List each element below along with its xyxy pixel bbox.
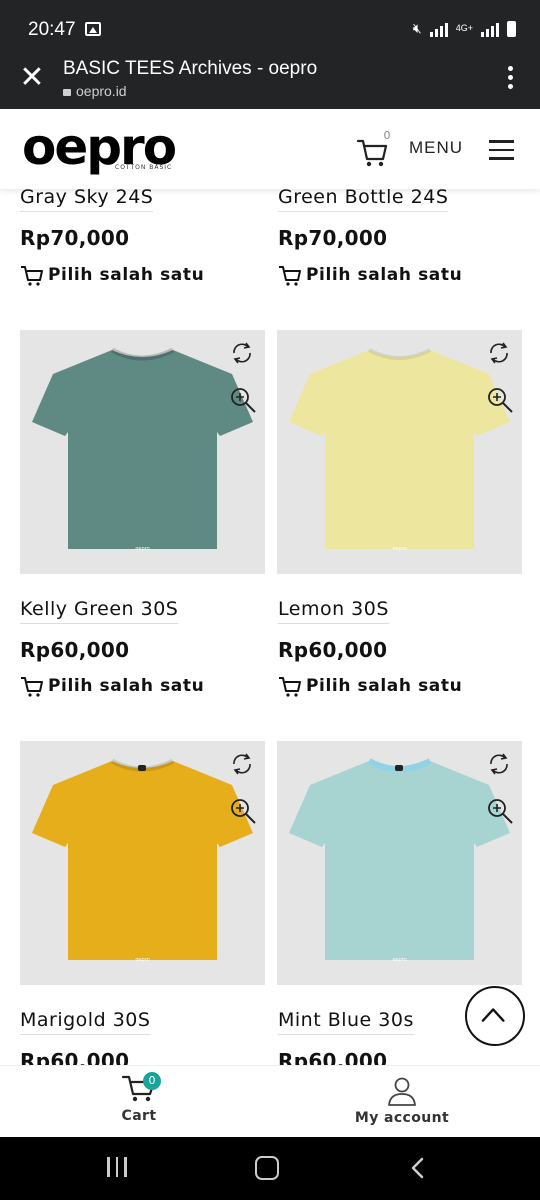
url-bar[interactable]: oepro.id [63,83,127,99]
lock-icon [63,89,71,96]
zoom-in-icon[interactable] [229,797,257,825]
shirt-brand-label: oepro [392,957,407,963]
shirt-brand-label: oepro [135,546,150,552]
chevron-up-icon [481,1008,505,1022]
product-name[interactable]: Gray Sky 24S [20,186,154,212]
select-options-button[interactable]: Pilih salah satu [278,675,462,697]
logo-subtext: COTTON BASIC [115,164,173,171]
system-navigation-bar [0,1137,540,1200]
product-price: Rp60,000 [278,638,388,662]
select-options-label: Pilih salah satu [48,265,205,285]
close-icon[interactable]: ✕ [18,63,46,93]
status-icons: 🔇︎ 4G+ [413,20,516,37]
bottom-navigation: 0 Cart My account [0,1065,540,1137]
cart-icon [279,677,301,697]
cart-icon [279,266,301,286]
select-options-button[interactable]: Pilih salah satu [278,264,462,286]
refresh-icon[interactable] [486,340,512,366]
product-name[interactable]: Green Bottle 24S [278,186,449,212]
product-name[interactable]: Lemon 30S [278,598,389,624]
zoom-in-icon[interactable] [486,386,514,414]
menu-label[interactable]: MENU [409,138,463,158]
shirt-brand-label: oepro [392,546,407,552]
back-icon[interactable] [408,1157,430,1179]
recent-apps-icon[interactable] [105,1157,129,1179]
network-type: 4G+ [455,23,473,33]
signal-icon-2 [481,21,499,37]
product-price: Rp70,000 [278,226,388,250]
page-title: BASIC TEES Archives - oepro [63,58,318,79]
url-text: oepro.id [76,83,127,99]
product-name[interactable]: Mint Blue 30s [278,1009,414,1035]
scroll-to-top-button[interactable] [465,986,525,1046]
user-icon [388,1077,416,1106]
tshirt-image [32,758,253,960]
refresh-icon[interactable] [486,751,512,777]
tshirt-image [32,347,253,549]
select-options-button[interactable]: Pilih salah satu [20,675,204,697]
zoom-in-icon[interactable] [486,797,514,825]
select-options-label: Pilih salah satu [48,676,205,696]
my-account-label: My account [354,1110,450,1126]
signal-icon [429,21,448,37]
home-icon[interactable] [255,1156,279,1180]
refresh-icon[interactable] [229,340,255,366]
product-name[interactable]: Marigold 30S [20,1009,151,1035]
product-image[interactable]: oepro [277,741,522,985]
product-name[interactable]: Kelly Green 30S [20,598,179,624]
image-notification-icon [85,22,101,36]
status-time: 20:47 [28,19,76,40]
product-price: Rp70,000 [20,226,130,250]
more-options-icon[interactable] [508,66,514,93]
cart-label: Cart [121,1108,157,1124]
tshirt-image [289,758,510,960]
shirt-brand-label: oepro [135,957,150,963]
select-options-label: Pilih salah satu [306,676,463,696]
product-price: Rp60,000 [20,638,130,662]
cart-icon [21,266,43,286]
refresh-icon[interactable] [229,751,255,777]
my-account-button[interactable]: My account [352,1076,452,1126]
header-cart-count: 0 [383,129,391,142]
mute-icon: 🔇︎ [412,20,422,36]
cart-button[interactable]: 0 Cart [112,1072,166,1124]
tshirt-image [289,348,510,549]
hamburger-menu-icon[interactable] [489,140,514,160]
product-image[interactable]: oepro [20,330,265,574]
zoom-in-icon[interactable] [229,386,257,414]
battery-icon [507,20,516,37]
product-image[interactable]: oepro [20,741,265,985]
select-options-label: Pilih salah satu [306,265,463,285]
browser-toolbar: ✕ BASIC TEES Archives - oepro oepro.id [0,50,540,109]
select-options-button[interactable]: Pilih salah satu [20,264,204,286]
cart-icon [21,677,43,697]
product-image[interactable]: oepro [277,330,522,574]
cart-badge: 0 [143,1072,161,1090]
status-bar: 20:47 🔇︎ 4G+ [0,0,540,50]
